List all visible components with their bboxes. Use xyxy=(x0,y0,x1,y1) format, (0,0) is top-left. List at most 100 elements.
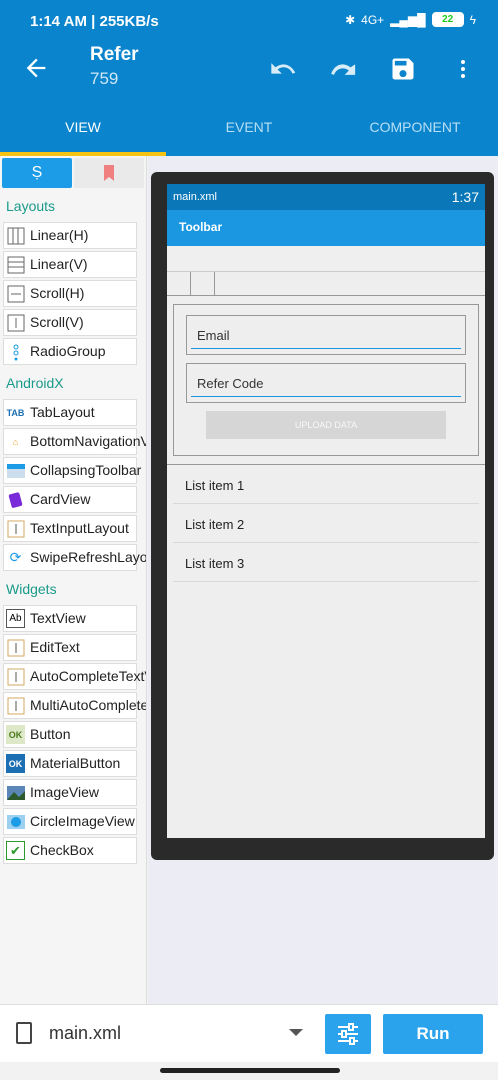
network-label: 4G+ xyxy=(361,12,385,27)
bottom-bar: main.xml Run xyxy=(0,1004,498,1062)
chevron-down-icon[interactable] xyxy=(289,1029,303,1036)
refer-code-field[interactable]: Refer Code xyxy=(186,363,466,403)
palette-item-edittext[interactable]: EditText xyxy=(3,634,137,661)
multiautocomplete-icon xyxy=(6,696,25,715)
design-canvas[interactable]: main.xml 1:37 Toolbar Email Refer Code U… xyxy=(148,156,498,1004)
image-icon xyxy=(6,783,25,802)
palette-item-radiogroup[interactable]: RadioGroup xyxy=(3,338,137,365)
palette-item-label: Scroll(H) xyxy=(30,285,85,301)
palette-item-label: TabLayout xyxy=(30,404,95,420)
palette-widgets-toggle[interactable]: Ṣ xyxy=(2,158,72,188)
upload-data-button[interactable]: UPLOAD DATA xyxy=(206,411,446,439)
linear-h-icon xyxy=(6,226,25,245)
palette-item-label: CheckBox xyxy=(30,842,94,858)
file-icon xyxy=(16,1022,32,1044)
palette-item-label: MaterialButton xyxy=(30,755,121,771)
app-bar: Refer 759 xyxy=(0,44,498,104)
palette-item-label: ImageView xyxy=(30,784,100,800)
palette-item-label: AutoCompleteTextView xyxy=(30,668,146,684)
textinput-icon xyxy=(6,519,25,538)
materialbutton-icon: OK xyxy=(6,754,25,773)
palette-item-textinput[interactable]: TextInputLayout xyxy=(3,515,137,542)
undo-icon[interactable] xyxy=(266,52,300,86)
status-icons: ✱ 4G+ ▂▄▆█ 22 ϟ xyxy=(345,12,476,27)
autocomplete-icon xyxy=(6,667,25,686)
signal-icon: ▂▄▆█ xyxy=(390,12,426,27)
redo-icon[interactable] xyxy=(326,52,360,86)
empty-layout[interactable] xyxy=(167,246,485,272)
run-button[interactable]: Run xyxy=(383,1014,483,1054)
palette-item-label: MultiAutoCompleteTextView xyxy=(30,697,146,713)
palette-item-label: Linear(H) xyxy=(30,227,89,243)
palette-item-circleimage[interactable]: CircleImageView xyxy=(3,808,137,835)
palette-item-linear-h[interactable]: Linear(H) xyxy=(3,222,137,249)
palette-item-bottomnav[interactable]: ⌂ BottomNavigationView xyxy=(3,428,146,455)
palette-item-label: EditText xyxy=(30,639,80,655)
card-icon xyxy=(6,490,25,509)
tab-component[interactable]: COMPONENT xyxy=(332,104,498,156)
palette-item-button[interactable]: OK Button xyxy=(3,721,137,748)
palette-item-label: Linear(V) xyxy=(30,256,88,272)
palette-item-imageview[interactable]: ImageView xyxy=(3,779,137,806)
bluetooth-icon: ✱ xyxy=(345,12,356,27)
palette-item-label: BottomNavigationView xyxy=(30,433,146,449)
save-icon[interactable] xyxy=(386,52,420,86)
back-arrow-icon[interactable] xyxy=(22,54,50,82)
linear-row[interactable] xyxy=(167,272,485,296)
device-screen: main.xml 1:37 Toolbar Email Refer Code U… xyxy=(167,184,485,838)
bookmark-icon xyxy=(104,165,114,181)
settings-sliders-button[interactable] xyxy=(325,1014,371,1054)
email-field[interactable]: Email xyxy=(186,315,466,355)
device-toolbar[interactable]: Toolbar xyxy=(167,210,485,246)
palette-item-materialbutton[interactable]: OK MaterialButton xyxy=(3,750,137,777)
list-item[interactable]: List item 2 xyxy=(173,504,479,543)
palette-item-scroll-h[interactable]: Scroll(H) xyxy=(3,280,137,307)
linear-v-icon xyxy=(6,255,25,274)
section-layouts: Layouts xyxy=(6,198,56,214)
radiogroup-icon xyxy=(6,342,25,361)
palette-item-checkbox[interactable]: ✔ CheckBox xyxy=(3,837,137,864)
form-layout[interactable]: Email Refer Code UPLOAD DATA xyxy=(173,304,479,456)
palette-item-label: RadioGroup xyxy=(30,343,106,359)
palette-item-textview[interactable]: Ab TextView xyxy=(3,605,137,632)
scroll-h-icon xyxy=(6,284,25,303)
list-item[interactable]: List item 1 xyxy=(173,465,479,504)
title-block: Refer 759 xyxy=(90,44,139,89)
tab-event[interactable]: EVENT xyxy=(166,104,332,156)
palette-item-tablayout[interactable]: TAB TabLayout xyxy=(3,399,137,426)
palette-item-label: SwipeRefreshLayout xyxy=(30,549,147,565)
page-title: Refer xyxy=(90,44,139,65)
device-filename: main.xml xyxy=(173,191,218,203)
palette-item-label: CardView xyxy=(30,491,91,507)
button-icon: OK xyxy=(6,725,25,744)
palette-item-linear-v[interactable]: Linear(V) xyxy=(3,251,137,278)
palette-toggle: Ṣ xyxy=(0,156,146,190)
scroll-v-icon xyxy=(6,313,25,332)
list-item[interactable]: List item 3 xyxy=(173,543,479,582)
palette-item-cardview[interactable]: CardView xyxy=(3,486,137,513)
page-subtitle: 759 xyxy=(90,69,119,88)
palette-item-autocomplete[interactable]: AutoCompleteTextView xyxy=(3,663,146,690)
palette-item-multiautocomplete[interactable]: MultiAutoCompleteTextView xyxy=(3,692,146,719)
tab-view[interactable]: VIEW xyxy=(0,104,166,156)
home-indicator[interactable] xyxy=(160,1068,340,1073)
palette-item-scroll-v[interactable]: Scroll(V) xyxy=(3,309,137,336)
palette-item-collapsing[interactable]: CollapsingToolbar xyxy=(3,457,141,484)
checkbox-icon: ✔ xyxy=(6,841,25,860)
tab-icon: TAB xyxy=(6,407,25,418)
battery-icon: 22 xyxy=(431,12,464,27)
more-vert-icon[interactable] xyxy=(446,52,480,86)
textview-icon: Ab xyxy=(6,609,25,628)
palette-item-swiperefresh[interactable]: ⟳ SwipeRefreshLayout xyxy=(3,544,146,571)
charging-icon: ϟ xyxy=(469,12,476,27)
palette-item-label: TextInputLayout xyxy=(30,520,129,536)
device-frame: main.xml 1:37 Toolbar Email Refer Code U… xyxy=(151,172,494,860)
edittext-icon xyxy=(6,638,25,657)
file-selector[interactable]: main.xml xyxy=(49,1023,121,1044)
refresh-icon: ⟳ xyxy=(9,549,22,565)
palette-item-label: Button xyxy=(30,726,71,742)
section-androidx: AndroidX xyxy=(6,375,64,391)
sliders-icon xyxy=(338,1023,358,1045)
palette-item-label: Scroll(V) xyxy=(30,314,84,330)
palette-bookmark-toggle[interactable] xyxy=(74,158,144,188)
